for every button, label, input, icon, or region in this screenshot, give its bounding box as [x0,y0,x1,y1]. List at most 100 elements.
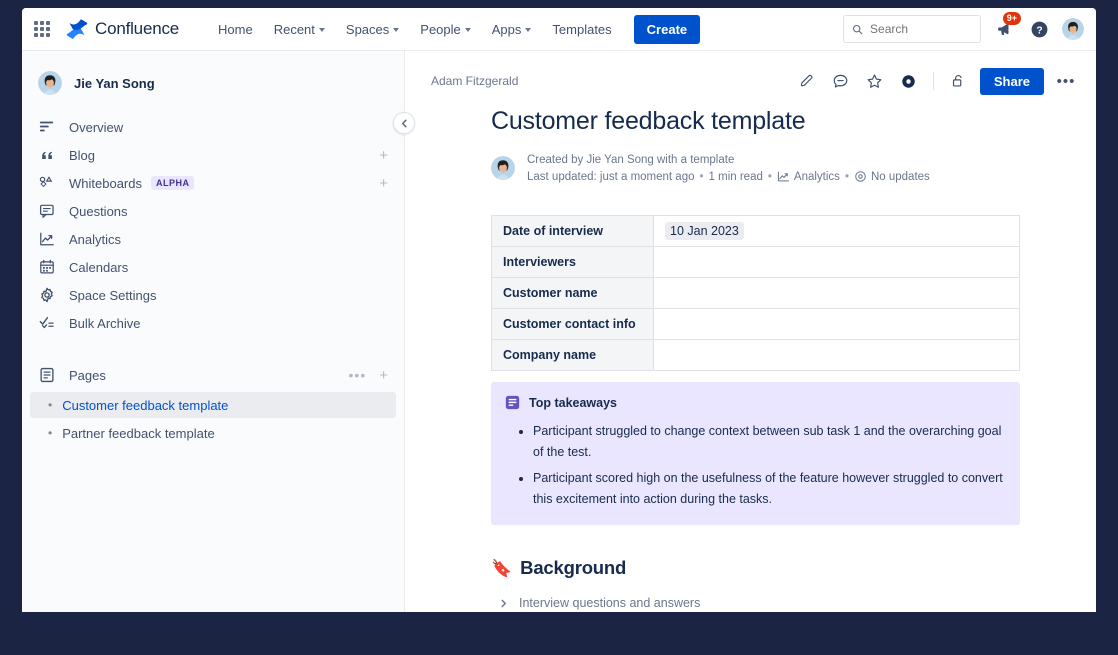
table-row: Company name [492,340,1020,371]
sidebar-divider-space [22,337,404,360]
space-header[interactable]: Jie Yan Song [22,65,404,105]
list-item: Participant scored high on the usefulnes… [533,468,1004,510]
chevron-right-icon [499,599,508,608]
nav-label: Templates [552,22,611,37]
breadcrumb[interactable]: Adam Fitzgerald [431,74,518,88]
add-whiteboard-icon[interactable]: + [379,176,388,191]
sidebar-label: Questions [69,204,128,219]
confluence-logo-icon [66,19,88,39]
brand-label: Confluence [95,19,179,39]
table-cell-value[interactable] [654,309,1020,340]
sidebar-item-bulk-archive[interactable]: Bulk Archive [30,309,396,337]
nav-label: Spaces [346,22,389,37]
search-icon [852,23,863,36]
sidebar-item-overview[interactable]: Overview [30,113,396,141]
nav-item-templates[interactable]: Templates [543,16,620,43]
profile-avatar[interactable] [1062,18,1084,40]
nav-item-home[interactable]: Home [209,16,262,43]
chevron-down-icon [393,28,399,32]
alpha-badge: ALPHA [151,176,195,190]
calendar-icon [38,258,56,276]
byline-created: Created by Jie Yan Song with a template [527,154,930,166]
comment-icon[interactable] [829,69,853,93]
table-cell-key: Interviewers [492,247,654,278]
add-blog-icon[interactable]: + [379,148,388,163]
table-cell-key: Company name [492,340,654,371]
nav-item-people[interactable]: People [411,16,479,43]
confluence-logo-link[interactable]: Confluence [66,19,179,39]
sidebar-label: Calendars [69,260,128,275]
star-icon[interactable] [863,69,887,93]
sidebar-section-pages[interactable]: Pages ••• + [30,360,396,390]
table-cell-value[interactable] [654,247,1020,278]
app-body: Jie Yan Song Overview [22,51,1096,612]
panel-bullet-list: Participant struggled to change context … [533,421,1004,510]
read-time: 1 min read [709,171,763,183]
nav-label: Recent [274,22,315,37]
notification-badge: 9+ [1003,12,1021,25]
chevron-left-icon [400,119,409,128]
create-button[interactable]: Create [634,15,700,44]
page-more-actions-icon[interactable]: ••• [1054,69,1078,93]
byline-text: Created by Jie Yan Song with a template … [527,154,930,183]
page-item-partner-feedback-template[interactable]: • Partner feedback template [30,420,396,446]
table-row: Interviewers [492,247,1020,278]
quote-icon [38,146,56,164]
ellipsis-icon[interactable]: ••• [349,368,367,382]
notifications-button[interactable]: 9+ [992,17,1016,41]
meta-separator: • [768,171,772,183]
table-cell-key: Date of interview [492,216,654,247]
checklist-icon [38,314,56,332]
add-page-icon[interactable]: + [379,368,388,383]
chevron-down-icon [319,28,325,32]
page-item-customer-feedback-template[interactable]: • Customer feedback template [30,392,396,418]
expand-label: Interview questions and answers [519,596,700,610]
sidebar-collapse-button[interactable] [393,112,415,134]
note-panel-icon [505,395,520,410]
bookmark-emoji-icon: 🔖 [491,560,512,577]
author-avatar[interactable] [491,156,515,180]
sidebar-label: Blog [69,148,95,163]
sidebar-item-questions[interactable]: Questions [30,197,396,225]
overview-lines-icon [38,118,56,136]
table-cell-value[interactable]: 10 Jan 2023 [654,216,1020,247]
share-button[interactable]: Share [980,68,1044,95]
chat-bubble-icon [38,202,56,220]
table-row: Date of interview 10 Jan 2023 [492,216,1020,247]
page-actions: Share ••• [795,68,1078,95]
page-label: Partner feedback template [62,426,214,441]
help-button[interactable]: ? [1027,17,1051,41]
bullet-icon: • [48,399,52,411]
updates-circle-icon [854,170,867,183]
table-row: Customer name [492,278,1020,309]
sidebar-item-space-settings[interactable]: Space Settings [30,281,396,309]
search-input[interactable] [870,22,972,36]
sidebar-item-analytics[interactable]: Analytics [30,225,396,253]
edit-pencil-icon[interactable] [795,69,819,93]
sidebar-label: Space Settings [69,288,156,303]
sidebar-item-whiteboards[interactable]: Whiteboards ALPHA + [30,169,396,197]
chevron-down-icon [465,28,471,32]
analytics-link[interactable]: Analytics [777,170,840,183]
nav-item-recent[interactable]: Recent [265,16,334,43]
updates-indicator[interactable]: No updates [854,170,930,183]
watch-eye-icon[interactable] [897,69,921,93]
table-cell-value[interactable] [654,278,1020,309]
search-box[interactable] [843,15,981,43]
app-switcher-icon[interactable] [32,19,52,39]
section-heading-background: 🔖 Background [491,557,1036,579]
expand-interview-questions[interactable]: Interview questions and answers [499,596,1036,610]
meta-separator: • [700,171,704,183]
nav-item-spaces[interactable]: Spaces [337,16,408,43]
confluence-app: Confluence Home Recent Spaces People [22,8,1096,612]
table-cell-value[interactable] [654,340,1020,371]
page-byline: Created by Jie Yan Song with a template … [491,154,1036,183]
sidebar-item-blog[interactable]: Blog + [30,141,396,169]
restrictions-lock-icon[interactable] [946,69,970,93]
svg-text:?: ? [1036,25,1042,36]
nav-item-apps[interactable]: Apps [483,16,541,43]
top-takeaways-panel: Top takeaways Participant struggled to c… [491,382,1020,525]
list-item: Participant struggled to change context … [533,421,1004,463]
table-cell-key: Customer contact info [492,309,654,340]
sidebar-item-calendars[interactable]: Calendars [30,253,396,281]
